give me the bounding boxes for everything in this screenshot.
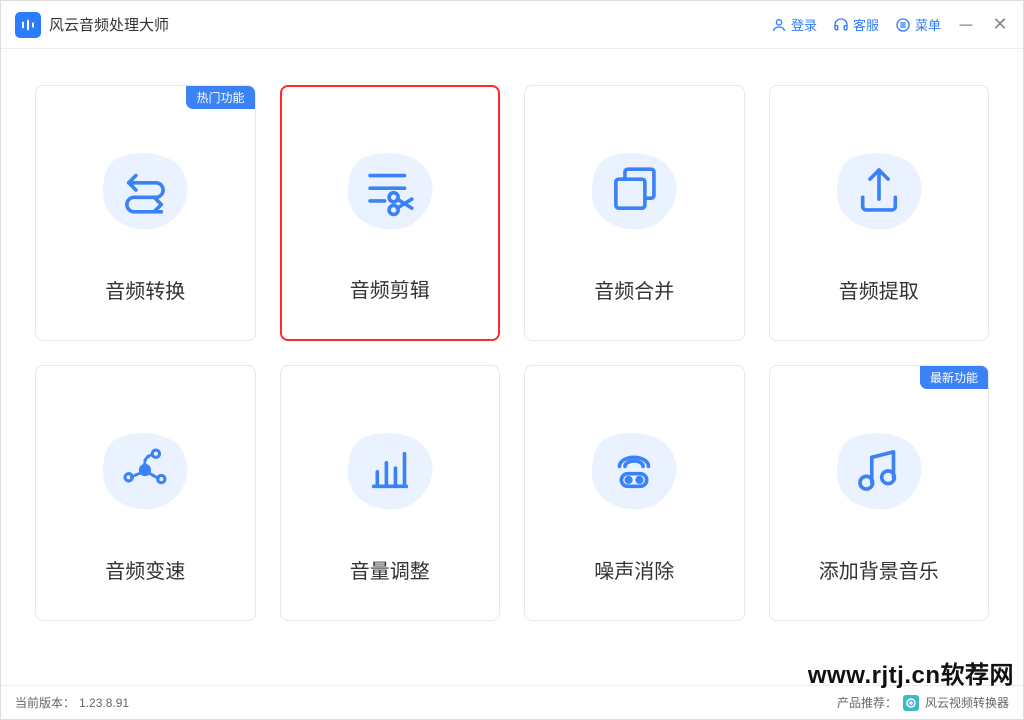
main-content: 热门功能 音频转换 音频剪辑 音频合并 (1, 49, 1023, 685)
speed-icon (116, 441, 174, 504)
footer: 当前版本： 1.23.8.91 产品推荐： 风云视频转换器 (1, 685, 1023, 719)
minimize-button[interactable]: － (957, 16, 975, 34)
support-button[interactable]: 客服 (833, 15, 879, 34)
card-audio-trim[interactable]: 音频剪辑 (280, 85, 501, 341)
watermark: www.rjtj.cn软荐网 (808, 655, 1014, 690)
card-label: 音频合并 (594, 275, 674, 304)
card-audio-convert[interactable]: 热门功能 音频转换 (35, 85, 256, 341)
new-badge: 最新功能 (920, 366, 988, 389)
card-label: 添加背景音乐 (819, 555, 939, 584)
card-label: 音频剪辑 (350, 274, 430, 303)
extract-icon (850, 161, 908, 224)
card-audio-extract[interactable]: 音频提取 (769, 85, 990, 341)
recommend-product: 风云视频转换器 (925, 694, 1009, 711)
close-button[interactable]: ✕ (991, 16, 1009, 34)
menu-button[interactable]: 菜单 (895, 15, 941, 34)
version-value: 1.23.8.91 (79, 696, 129, 710)
scissors-icon (361, 161, 419, 224)
login-button[interactable]: 登录 (771, 15, 817, 34)
card-add-bgm[interactable]: 最新功能 添加背景音乐 (769, 365, 990, 621)
card-label: 噪声消除 (594, 555, 674, 584)
card-audio-speed[interactable]: 音频变速 (35, 365, 256, 621)
card-label: 音频变速 (105, 555, 185, 584)
app-title: 风云音频处理大师 (49, 14, 169, 35)
card-label: 音量调整 (350, 555, 430, 584)
music-icon (850, 441, 908, 504)
product-recommend[interactable]: 产品推荐： 风云视频转换器 (837, 694, 1009, 711)
card-label: 音频转换 (105, 275, 185, 304)
feature-grid: 热门功能 音频转换 音频剪辑 音频合并 (35, 85, 989, 621)
app-logo-icon (15, 12, 41, 38)
login-label: 登录 (791, 15, 817, 34)
noise-icon (605, 441, 663, 504)
volume-icon (361, 441, 419, 504)
title-actions: 登录 客服 菜单 － ✕ (771, 15, 1009, 34)
menu-label: 菜单 (915, 15, 941, 34)
titlebar: 风云音频处理大师 登录 客服 菜单 － ✕ (1, 1, 1023, 49)
hot-badge: 热门功能 (186, 86, 254, 109)
convert-icon (116, 161, 174, 224)
recommend-label: 产品推荐： (837, 694, 897, 711)
app-window: 风云音频处理大师 登录 客服 菜单 － ✕ 热门功能 (0, 0, 1024, 720)
merge-icon (605, 161, 663, 224)
card-volume-adjust[interactable]: 音量调整 (280, 365, 501, 621)
card-audio-merge[interactable]: 音频合并 (524, 85, 745, 341)
recommend-icon (903, 695, 919, 711)
card-noise-remove[interactable]: 噪声消除 (524, 365, 745, 621)
card-label: 音频提取 (839, 275, 919, 304)
version-label: 当前版本： (15, 694, 75, 711)
support-label: 客服 (853, 15, 879, 34)
